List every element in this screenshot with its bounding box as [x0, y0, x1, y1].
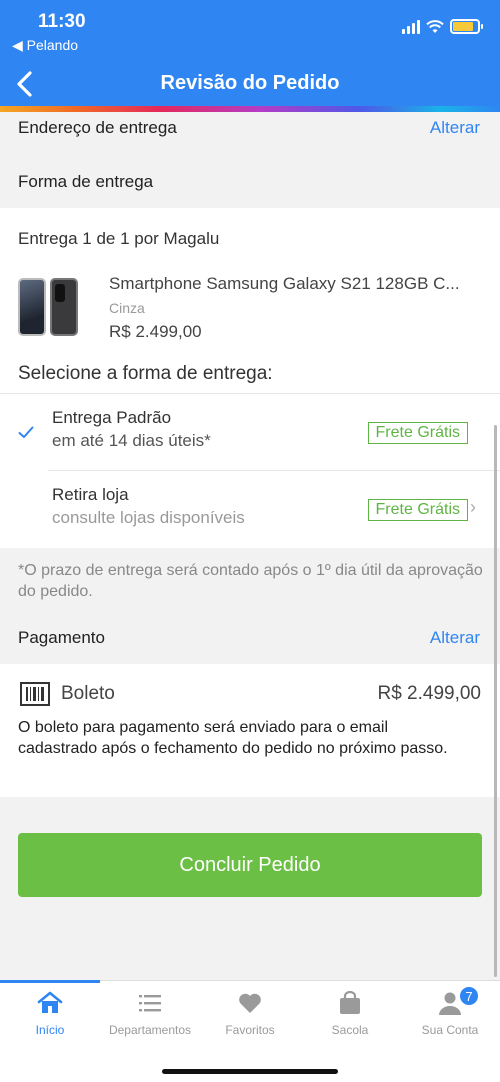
payment-label: Pagamento — [18, 628, 105, 647]
shipping-option-subtitle: em até 14 dias úteis* — [52, 431, 211, 450]
free-shipping-tag: Frete Grátis — [367, 422, 468, 444]
shipping-option-store-pickup[interactable]: Retira loja consulte lojas disponíveis F… — [0, 471, 500, 548]
product-name[interactable]: Smartphone Samsung Galaxy S21 128GB C... — [109, 274, 460, 294]
delivery-heading: Entrega 1 de 1 por Magalu — [18, 229, 220, 248]
shipping-option-standard[interactable]: Entrega Padrão em até 14 dias úteis* Fre… — [0, 394, 500, 470]
address-section: Endereço de entrega Alterar — [0, 112, 500, 154]
payment-section: Pagamento Alterar — [0, 606, 500, 664]
product-image — [18, 278, 90, 340]
payment-amount: R$ 2.499,00 — [377, 683, 481, 704]
delivery-card: Entrega 1 de 1 por Magalu Smartphone Sam… — [0, 208, 500, 548]
page-title: Revisão do Pedido — [160, 72, 340, 94]
delivery-note: *O prazo de entrega será contado após o … — [18, 562, 483, 600]
status-icons — [402, 19, 483, 34]
change-payment-button[interactable]: Alterar — [430, 628, 480, 648]
cellular-signal-icon — [402, 19, 420, 34]
tab-label: Sacola — [331, 1023, 369, 1037]
product-price: R$ 2.499,00 — [109, 322, 202, 341]
tab-label: Departamentos — [108, 1023, 192, 1037]
product-color: Cinza — [109, 300, 145, 316]
shipping-option-title: Retira loja — [52, 485, 129, 504]
list-icon — [139, 995, 161, 1012]
payment-description: O boleto para pagamento será enviado par… — [18, 719, 448, 757]
change-address-button[interactable]: Alterar — [430, 118, 480, 138]
bottom-tab-bar: Início Departamentos Favoritos Sacola 7 … — [0, 980, 500, 1082]
bag-icon — [340, 991, 360, 1014]
shipping-option-subtitle: consulte lojas disponíveis — [52, 508, 245, 527]
app-header: 11:30 ◀ Pelando Revisão do Pedido — [0, 0, 500, 112]
barcode-icon — [20, 682, 50, 706]
address-label: Endereço de entrega — [18, 118, 177, 137]
free-shipping-tag: Frete Grátis — [367, 499, 468, 521]
shipping-option-title: Entrega Padrão — [52, 408, 172, 427]
status-time: 11:30 — [38, 11, 86, 32]
tab-home[interactable]: Início — [0, 991, 100, 1037]
finish-order-button[interactable]: Concluir Pedido — [18, 833, 482, 897]
payment-method: Boleto — [61, 683, 115, 704]
tab-bag[interactable]: Sacola — [300, 991, 400, 1037]
chevron-right-icon: › — [470, 497, 476, 517]
scrollbar[interactable] — [494, 425, 497, 977]
wifi-icon — [426, 19, 444, 33]
shipping-method-section: Forma de entrega — [0, 154, 500, 208]
select-shipping-label: Selecione a forma de entrega: — [18, 363, 273, 384]
payment-card: Boleto R$ 2.499,00 O boleto para pagamen… — [0, 664, 500, 797]
tab-label: Início — [35, 1023, 65, 1037]
home-indicator — [162, 1069, 338, 1074]
shipping-method-label: Forma de entrega — [18, 172, 154, 191]
heart-icon — [239, 993, 261, 1013]
checkmark-icon — [18, 426, 34, 438]
tab-departments[interactable]: Departamentos — [100, 991, 200, 1037]
tab-label: Sua Conta — [421, 1023, 479, 1037]
notification-badge: 7 — [458, 985, 480, 1007]
tab-favorites[interactable]: Favoritos — [200, 991, 300, 1037]
home-icon — [37, 991, 63, 1013]
delivery-note-section: *O prazo de entrega será contado após o … — [0, 548, 500, 606]
battery-icon — [450, 19, 483, 34]
back-to-app-link[interactable]: ◀ Pelando — [12, 37, 78, 54]
active-tab-indicator — [0, 980, 100, 983]
tab-account[interactable]: 7 Sua Conta — [400, 985, 500, 1037]
tab-label: Favoritos — [225, 1023, 275, 1037]
